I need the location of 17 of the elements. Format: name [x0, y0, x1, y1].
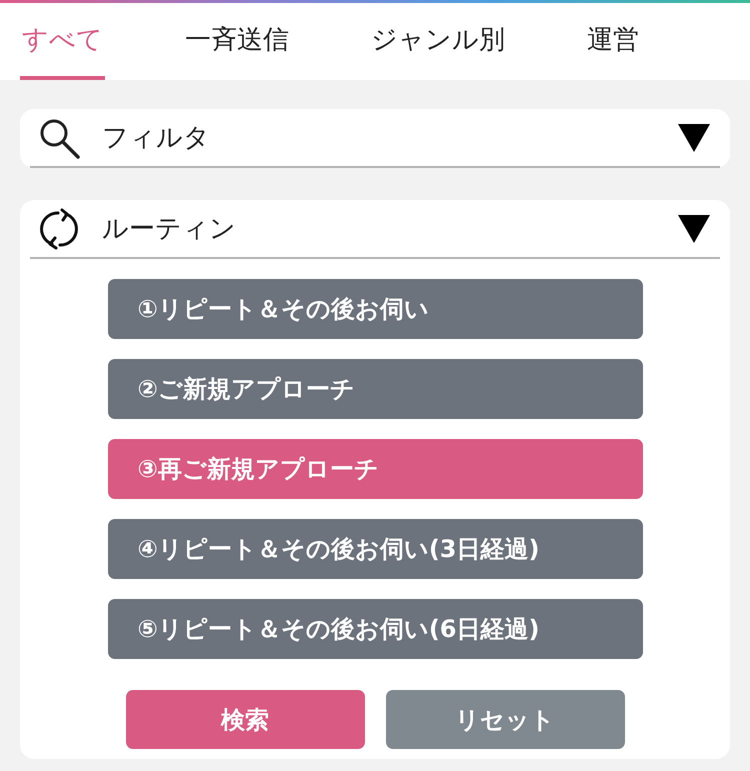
tab[interactable]: 一斉送信	[183, 3, 291, 80]
routine-option-button[interactable]: ②ご新規アプローチ	[108, 359, 642, 419]
search-button[interactable]: 検索	[126, 690, 364, 749]
search-icon	[38, 116, 80, 158]
caret-icon[interactable]	[678, 214, 710, 242]
tab[interactable]: すべて	[20, 3, 105, 80]
routine-label: ルーティン	[102, 216, 237, 242]
routine-option-button[interactable]: ①リピート＆その後お伺い	[108, 279, 642, 339]
tab[interactable]: 運営	[585, 3, 641, 80]
caret-icon[interactable]	[678, 124, 710, 152]
filter-label: フィルタ	[102, 124, 211, 150]
routine-option-button[interactable]: ⑤リピート＆その後お伺い(6日経過)	[108, 599, 642, 659]
routine-option-button[interactable]: ③再ご新規アプローチ	[108, 439, 642, 499]
tab[interactable]: ジャンル別	[369, 3, 507, 80]
reset-button[interactable]: リセット	[386, 690, 624, 749]
routine-option-button[interactable]: ④リピート＆その後お伺い(3日経過)	[108, 519, 642, 579]
refresh-icon	[38, 208, 80, 250]
